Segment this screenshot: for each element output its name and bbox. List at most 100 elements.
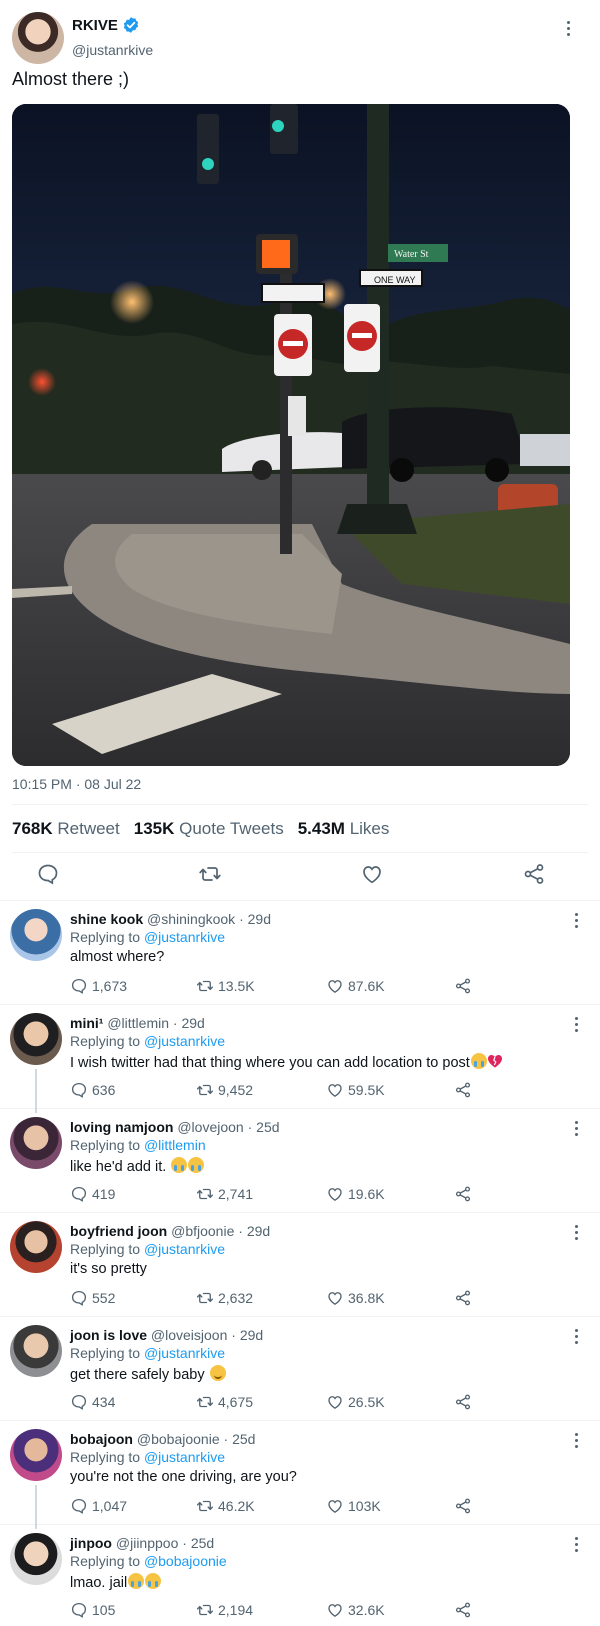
reply-action[interactable]: 1,047 [70,1497,127,1515]
share-icon[interactable] [522,862,546,886]
share-action[interactable] [454,1601,472,1619]
reply-author-handle[interactable]: @loveisjoon [151,1327,227,1343]
retweet-count: 9,452 [218,1082,254,1098]
reply-author-handle[interactable]: @lovejoon [177,1119,243,1135]
retweet-action[interactable]: 46.2K [196,1497,255,1515]
like-action[interactable]: 32.6K [326,1601,385,1619]
reply-avatar[interactable] [10,1117,62,1169]
replying-to-link[interactable]: @justanrkive [144,929,225,945]
share-action[interactable] [454,1497,472,1515]
reply-action[interactable]: 552 [70,1289,115,1307]
reply-item[interactable]: bobajoon @bobajoonie · 25d Replying to @… [0,1421,600,1529]
more-options-icon[interactable] [575,913,578,928]
replying-to-link[interactable]: @justanrkive [144,1345,225,1361]
more-options-icon[interactable] [575,1433,578,1448]
retweet-action[interactable]: 13.5K [196,977,255,995]
like-action[interactable]: 26.5K [326,1393,385,1411]
reply-action[interactable]: 1,673 [70,977,127,995]
reply-item[interactable]: shine kook @shiningkook · 29d Replying t… [0,901,600,1005]
author-name[interactable]: RKIVE [72,17,118,34]
reply-action[interactable]: 434 [70,1393,115,1411]
reply-author-handle[interactable]: @littlemin [107,1015,169,1031]
reply-avatar[interactable] [10,1429,62,1481]
retweet-action[interactable]: 4,675 [196,1393,253,1411]
reply-author-name[interactable]: boyfriend joon [70,1223,167,1239]
reply-age[interactable]: 29d [181,1015,204,1031]
reply-icon [71,1394,87,1410]
reply-author-handle[interactable]: @shiningkook [147,911,235,927]
reply-item[interactable]: jinpoo @jiinppoo · 25d Replying to @boba… [0,1525,600,1626]
likes-stat[interactable]: 5.43M Likes [298,819,390,839]
reply-age[interactable]: 29d [247,1223,270,1239]
more-options-icon[interactable] [575,1537,578,1552]
replying-to: Replying to @justanrkive [70,1449,225,1465]
reply-age[interactable]: 25d [256,1119,279,1135]
reply-item[interactable]: boyfriend joon @bfjoonie · 29d Replying … [0,1213,600,1317]
reply-icon[interactable] [36,862,60,886]
reply-author-name[interactable]: mini¹ [70,1015,103,1031]
retweet-icon [196,1188,214,1200]
author-avatar[interactable] [12,12,64,64]
tweet-actions [12,862,588,890]
retweet-action[interactable]: 2,194 [196,1601,253,1619]
share-action[interactable] [454,1081,472,1099]
reply-item[interactable]: loving namjoon @lovejoon · 25d Replying … [0,1109,600,1213]
more-options-icon[interactable] [575,1121,578,1136]
retweet-action[interactable]: 2,632 [196,1289,253,1307]
retweet-icon[interactable] [198,862,222,886]
more-options-icon[interactable] [575,1329,578,1344]
reply-age[interactable]: 25d [232,1431,255,1447]
like-action[interactable]: 103K [326,1497,381,1515]
reply-author-name[interactable]: loving namjoon [70,1119,173,1135]
tweet-timestamp[interactable]: 10:15 PM · 08 Jul 22 [12,776,141,792]
thread-line [35,1485,37,1529]
reply-avatar[interactable] [10,1013,62,1065]
retweets-stat[interactable]: 768K Retweet [12,819,120,839]
reply-icon [71,1498,87,1514]
reply-author-name[interactable]: bobajoon [70,1431,133,1447]
reply-age[interactable]: 29d [240,1327,263,1343]
reply-avatar[interactable] [10,1533,62,1585]
like-action[interactable]: 59.5K [326,1081,385,1099]
retweet-action[interactable]: 9,452 [196,1081,253,1099]
reply-age[interactable]: 25d [191,1535,214,1551]
more-options-icon[interactable] [575,1225,578,1240]
reply-author-handle[interactable]: @jiinppoo [116,1535,178,1551]
author-handle[interactable]: @justanrkive [72,42,153,58]
more-options-icon[interactable] [575,1017,578,1032]
reply-avatar[interactable] [10,1221,62,1273]
share-action[interactable] [454,1289,472,1307]
reply-author-name[interactable]: jinpoo [70,1535,112,1551]
replying-to-link[interactable]: @justanrkive [144,1033,225,1049]
replying-to-link[interactable]: @justanrkive [144,1449,225,1465]
share-action[interactable] [454,1393,472,1411]
share-action[interactable] [454,977,472,995]
more-options-icon[interactable] [558,18,578,38]
replying-to-link[interactable]: @littlemin [144,1137,206,1153]
reply-author-handle[interactable]: @bfjoonie [171,1223,234,1239]
reply-avatar[interactable] [10,909,62,961]
tweet-photo[interactable]: ONE WAY Water St [12,104,570,766]
like-action[interactable]: 87.6K [326,977,385,995]
like-icon[interactable] [360,862,384,886]
reply-author-handle[interactable]: @bobajoonie [137,1431,220,1447]
quotes-stat[interactable]: 135K Quote Tweets [134,819,284,839]
replying-to-link[interactable]: @justanrkive [144,1241,225,1257]
retweet-icon [196,1292,214,1304]
like-action[interactable]: 36.8K [326,1289,385,1307]
like-action[interactable]: 19.6K [326,1185,385,1203]
reply-item[interactable]: mini¹ @littlemin · 29d Replying to @just… [0,1005,600,1113]
reply-separator: · [238,1223,247,1239]
reply-author-name[interactable]: joon is love [70,1327,147,1343]
replying-to-link[interactable]: @bobajoonie [144,1553,227,1569]
reply-author-name[interactable]: shine kook [70,911,143,927]
reply-action[interactable]: 419 [70,1185,115,1203]
share-action[interactable] [454,1185,472,1203]
reply-avatar[interactable] [10,1325,62,1377]
retweet-action[interactable]: 2,741 [196,1185,253,1203]
reply-age[interactable]: 29d [248,911,271,927]
reply-text: almost where? [70,949,165,965]
reply-action[interactable]: 636 [70,1081,115,1099]
reply-item[interactable]: joon is love @loveisjoon · 29d Replying … [0,1317,600,1421]
reply-action[interactable]: 105 [70,1601,115,1619]
